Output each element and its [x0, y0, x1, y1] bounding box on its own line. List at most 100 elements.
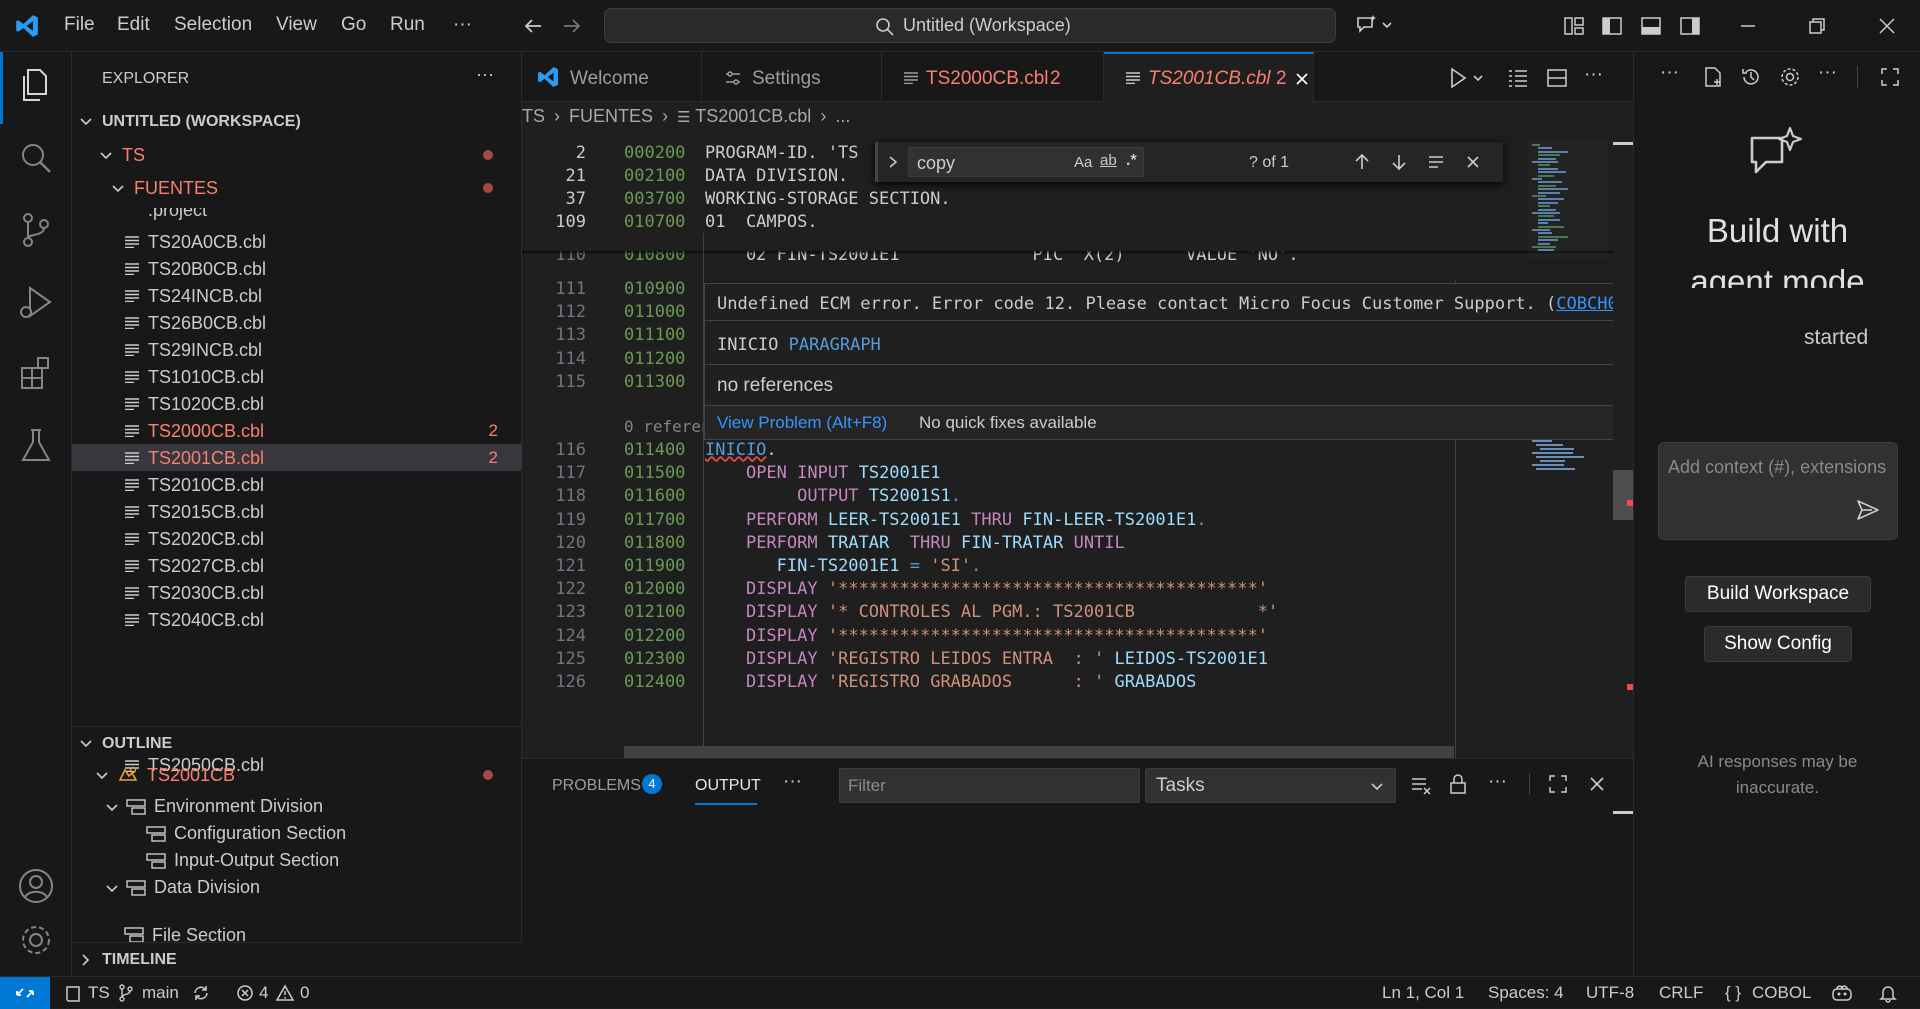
- chevron-down-icon[interactable]: [104, 881, 120, 897]
- sticky-scroll-line[interactable]: 37 003700 WORKING-STORAGE SECTION.: [522, 187, 1633, 210]
- panel-actions-more-button[interactable]: ···: [1488, 771, 1507, 793]
- file-project-partial[interactable]: .project: [148, 208, 207, 221]
- menu-go[interactable]: Go: [341, 14, 366, 36]
- customize-layout-icon[interactable]: [1563, 15, 1585, 37]
- breadcrumb-ts[interactable]: TS: [522, 106, 545, 126]
- minimap[interactable]: [1528, 140, 1618, 758]
- menu-selection[interactable]: Selection: [174, 14, 252, 36]
- chevron-down-icon[interactable]: [110, 181, 126, 197]
- horizontal-scrollbar[interactable]: [624, 746, 1454, 758]
- vertical-scrollbar-thumb[interactable]: [1613, 470, 1633, 520]
- toggle-primary-sidebar-icon[interactable]: [1601, 15, 1623, 37]
- tab-ts2001cb[interactable]: TS2001CB.cbl 2: [1104, 52, 1314, 103]
- previous-match-arrow-up-icon[interactable]: [1353, 153, 1371, 171]
- breadcrumb-symbol[interactable]: ...: [835, 106, 850, 126]
- file-row[interactable]: TS2000CB.cbl 2: [72, 417, 522, 444]
- lock-icon[interactable]: [1448, 773, 1468, 795]
- explorer-more-button[interactable]: ···: [476, 64, 494, 85]
- tab-welcome[interactable]: Welcome: [522, 52, 702, 102]
- panel-more-button[interactable]: ···: [783, 771, 802, 793]
- manage-gear-icon[interactable]: [14, 918, 58, 962]
- status-cursor-position[interactable]: Ln 1, Col 1: [1382, 983, 1464, 1003]
- maximize-panel-icon[interactable]: [1548, 774, 1568, 794]
- menu-more[interactable]: ···: [453, 14, 472, 36]
- chevron-down-icon[interactable]: [104, 800, 120, 816]
- close-panel-icon[interactable]: [1588, 775, 1606, 793]
- remote-indicator[interactable]: [0, 977, 50, 1009]
- close-find-icon[interactable]: [1465, 154, 1481, 170]
- code-editor[interactable]: 2 000200 PROGRAM-ID. 'TS 21 002100 DATA DIVIS…: [522, 140, 1633, 758]
- tab-settings[interactable]: Settings: [702, 52, 882, 102]
- folder-ts[interactable]: TS: [122, 145, 145, 166]
- status-workspace[interactable]: TS: [88, 983, 110, 1003]
- chat-more-left-button[interactable]: ···: [1660, 62, 1679, 84]
- file-row[interactable]: TS1020CB.cbl: [72, 390, 522, 417]
- output-filter-input[interactable]: Filter: [839, 768, 1140, 803]
- chat-more-button[interactable]: ···: [1818, 62, 1837, 84]
- run-dropdown-icon[interactable]: [1446, 66, 1486, 90]
- notifications-bell-icon[interactable]: [1878, 983, 1898, 1003]
- chevron-right-icon[interactable]: [886, 155, 900, 169]
- maximize-icon[interactable]: [1880, 67, 1900, 87]
- testing-flask-icon[interactable]: [14, 424, 58, 468]
- forward-arrow-icon[interactable]: [561, 15, 583, 37]
- outline-item[interactable]: Environment Division: [72, 794, 522, 821]
- status-encoding[interactable]: UTF-8: [1586, 983, 1634, 1003]
- run-debug-icon[interactable]: [14, 280, 58, 324]
- restore-icon[interactable]: [1806, 15, 1828, 37]
- status-errors[interactable]: 4: [259, 983, 268, 1003]
- chevron-down-icon[interactable]: [78, 114, 94, 130]
- file-row[interactable]: TS2030CB.cbl: [72, 579, 522, 606]
- folder-fuentes[interactable]: FUENTES: [134, 178, 218, 199]
- output-channel-select[interactable]: Tasks: [1145, 768, 1396, 803]
- symbol-with-error[interactable]: INICIO: [705, 440, 766, 460]
- menu-view[interactable]: View: [276, 14, 317, 36]
- workspace-header[interactable]: UNTITLED (WORKSPACE): [102, 113, 301, 131]
- status-language[interactable]: COBOL: [1752, 983, 1812, 1003]
- close-window-icon[interactable]: [1876, 15, 1898, 37]
- search-icon[interactable]: [14, 136, 58, 180]
- match-case-button[interactable]: Aa: [1074, 154, 1092, 171]
- file-row[interactable]: TS20A0CB.cbl: [72, 228, 522, 255]
- next-match-arrow-down-icon[interactable]: [1390, 153, 1408, 171]
- copilot-sparkle-chevron-icon[interactable]: [1355, 13, 1395, 37]
- outline-item[interactable]: Configuration Section: [72, 821, 522, 848]
- menu-edit[interactable]: Edit: [117, 14, 150, 36]
- build-workspace-button[interactable]: Build Workspace: [1685, 576, 1871, 612]
- toggle-panel-icon[interactable]: [1640, 15, 1662, 37]
- breadcrumb-fuentes[interactable]: FUENTES: [569, 106, 653, 126]
- regex-button[interactable]: .*: [1126, 152, 1137, 170]
- whole-word-button[interactable]: ab: [1100, 152, 1117, 169]
- vertical-scrollbar-track[interactable]: [1613, 140, 1633, 758]
- menu-file[interactable]: File: [64, 14, 95, 36]
- chevron-right-icon[interactable]: [78, 952, 94, 968]
- timeline-header[interactable]: TIMELINE: [102, 951, 177, 969]
- tab-ts2000cb[interactable]: TS2000CB.cbl 2: [882, 52, 1104, 102]
- gear-icon[interactable]: [1779, 66, 1801, 88]
- command-center-search[interactable]: Untitled (Workspace): [604, 8, 1336, 43]
- toggle-secondary-sidebar-icon[interactable]: [1679, 15, 1701, 37]
- history-icon[interactable]: [1740, 66, 1762, 88]
- send-icon[interactable]: [1856, 499, 1880, 521]
- show-config-button[interactable]: Show Config: [1704, 626, 1852, 662]
- accounts-icon[interactable]: [14, 864, 58, 908]
- chevron-down-icon[interactable]: [94, 768, 110, 784]
- file-row[interactable]: TS2010CB.cbl: [72, 471, 522, 498]
- source-control-icon[interactable]: [14, 208, 58, 252]
- status-warnings[interactable]: 0: [300, 983, 309, 1003]
- file-row[interactable]: TS2015CB.cbl: [72, 498, 522, 525]
- status-indentation[interactable]: Spaces: 4: [1488, 983, 1564, 1003]
- file-row[interactable]: TS20B0CB.cbl: [72, 255, 522, 282]
- back-arrow-icon[interactable]: [522, 15, 544, 37]
- file-row[interactable]: TS26B0CB.cbl: [72, 309, 522, 336]
- breadcrumb-file[interactable]: TS2001CB.cbl: [695, 106, 811, 126]
- find-in-selection-icon[interactable]: [1427, 153, 1445, 171]
- outline-header[interactable]: OUTLINE: [102, 735, 172, 753]
- file-row[interactable]: TS24INCB.cbl: [72, 282, 522, 309]
- chat-input[interactable]: Add context (#), extensions: [1658, 442, 1898, 540]
- sticky-scroll-line[interactable]: 109 010700 01 CAMPOS.: [522, 210, 1633, 233]
- menu-run[interactable]: Run: [390, 14, 425, 36]
- chevron-down-icon[interactable]: [78, 736, 94, 752]
- status-branch[interactable]: main: [142, 983, 179, 1003]
- chevron-down-icon[interactable]: [98, 148, 114, 164]
